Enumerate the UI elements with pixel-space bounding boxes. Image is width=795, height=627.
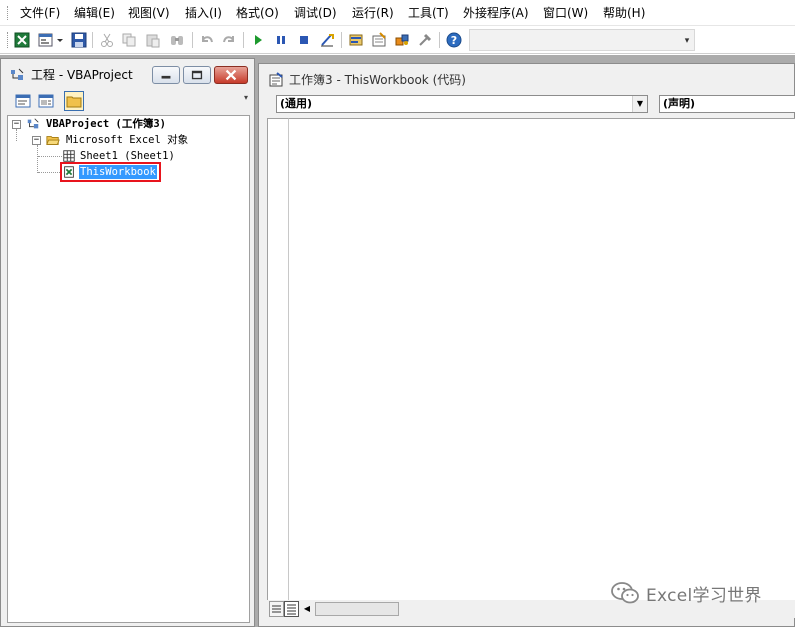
code-window: 工作簿3 - ThisWorkbook (代码) (通用) ▼ (声明) ◀	[258, 63, 795, 627]
help-icon[interactable]: ?	[445, 31, 463, 49]
horizontal-scrollbar-thumb[interactable]	[315, 602, 399, 616]
full-module-view-button[interactable]	[284, 601, 299, 617]
object-combo-value: (通用)	[280, 97, 313, 110]
tree-label-excel-objects: Microsoft Excel 对象	[66, 134, 189, 146]
collapse-toggle-icon[interactable]: −	[32, 136, 41, 145]
margin-indicator-bar[interactable]	[267, 118, 289, 618]
folder-icon	[66, 96, 82, 108]
project-explorer-icon[interactable]	[347, 31, 365, 49]
procedure-combo-value: (声明)	[663, 97, 696, 110]
excel-icon[interactable]	[13, 31, 31, 49]
collapse-toggle-icon[interactable]: −	[12, 120, 21, 129]
insert-userform-icon[interactable]	[37, 31, 55, 49]
watermark: Excel学习世界	[610, 580, 762, 606]
menu-debug[interactable]: 调试(D)	[294, 6, 337, 20]
code-window-titlebar[interactable]: 工作簿3 - ThisWorkbook (代码)	[259, 64, 795, 94]
tree-label-vbaproject: VBAProject (工作簿3)	[46, 118, 167, 130]
folder-open-icon	[46, 136, 60, 145]
scroll-left-icon[interactable]: ◀	[301, 601, 313, 617]
worksheet-icon	[63, 150, 75, 162]
minimize-button[interactable]	[152, 66, 180, 84]
project-explorer-titlebar[interactable]: 工程 - VBAProject	[3, 63, 253, 87]
procedure-view-icon	[272, 605, 281, 613]
tree-connector	[37, 145, 38, 173]
toolbar-separator	[243, 32, 244, 48]
toolbox-icon[interactable]	[416, 31, 434, 49]
close-button[interactable]	[214, 66, 248, 84]
close-icon	[225, 69, 237, 81]
tree-connector	[38, 172, 62, 173]
project-tree-icon	[11, 68, 24, 80]
menu-view[interactable]: 视图(V)	[128, 6, 170, 20]
toolbar-options-icon[interactable]: ▾	[682, 34, 692, 48]
code-window-title: 工作簿3 - ThisWorkbook (代码)	[289, 73, 466, 87]
menu-tools[interactable]: 工具(T)	[408, 6, 449, 20]
save-icon[interactable]	[70, 31, 88, 49]
menu-addins[interactable]: 外接程序(A)	[463, 6, 529, 20]
object-browser-icon[interactable]	[393, 31, 411, 49]
menu-window[interactable]: 窗口(W)	[543, 6, 588, 20]
copy-icon[interactable]	[120, 31, 138, 49]
project-explorer-toolbar: ▾	[3, 88, 252, 114]
project-tree: − VBAProject (工作簿3) − Microsoft Excel 对象…	[7, 115, 250, 623]
object-combo[interactable]: (通用) ▼	[276, 95, 648, 113]
procedure-view-button[interactable]	[269, 601, 284, 617]
project-explorer-title: 工程 - VBAProject	[31, 68, 133, 82]
code-editor[interactable]	[289, 118, 795, 600]
tree-connector	[38, 156, 62, 157]
watermark-text: Excel学习世界	[646, 585, 762, 606]
redo-icon[interactable]	[220, 31, 238, 49]
design-mode-icon[interactable]	[318, 31, 336, 49]
vba-project-icon	[27, 118, 39, 129]
tree-item-vbaproject[interactable]: − VBAProject (工作簿3)	[12, 117, 247, 131]
toolbar-separator	[439, 32, 440, 48]
dropdown-arrow-icon[interactable]	[55, 31, 65, 49]
find-icon[interactable]	[168, 31, 186, 49]
svg-text:?: ?	[451, 34, 457, 47]
toolbar-separator	[92, 32, 93, 48]
menu-help[interactable]: 帮助(H)	[603, 6, 645, 20]
view-code-icon	[15, 94, 31, 108]
view-code-button[interactable]	[13, 91, 33, 111]
code-window-icon	[269, 72, 283, 87]
annotation-highlight-box	[60, 162, 161, 182]
toolbar-separator	[341, 32, 342, 48]
menu-insert[interactable]: 插入(I)	[185, 6, 222, 20]
tree-label-sheet1: Sheet1 (Sheet1)	[80, 150, 175, 162]
view-object-button[interactable]	[36, 91, 56, 111]
menu-run[interactable]: 运行(R)	[352, 6, 394, 20]
toggle-folders-button[interactable]	[64, 91, 84, 111]
menu-bar: 文件(F) 编辑(E) 视图(V) 插入(I) 格式(O) 调试(D) 运行(R…	[0, 0, 795, 26]
toolbar-overflow-icon[interactable]: ▾	[242, 94, 250, 110]
run-icon[interactable]	[249, 31, 267, 49]
break-icon[interactable]	[272, 31, 290, 49]
undo-icon[interactable]	[198, 31, 216, 49]
full-module-view-icon	[287, 604, 296, 615]
restore-button[interactable]	[183, 66, 211, 84]
reset-icon[interactable]	[295, 31, 313, 49]
toolbar-separator	[192, 32, 193, 48]
menu-grip[interactable]	[7, 6, 10, 20]
properties-icon[interactable]	[370, 31, 388, 49]
standard-toolbar: ? ▾	[0, 26, 795, 54]
wechat-logo-icon	[611, 582, 639, 604]
view-object-icon	[38, 94, 54, 108]
toolbar-grip[interactable]	[7, 32, 10, 48]
toolbar-position-box[interactable]: ▾	[469, 29, 695, 51]
chevron-down-icon[interactable]: ▼	[632, 96, 647, 112]
menu-format[interactable]: 格式(O)	[236, 6, 279, 20]
paste-icon[interactable]	[144, 31, 162, 49]
project-explorer-window: 工程 - VBAProject ▾ − VBAProject (工作簿3) − …	[0, 58, 255, 627]
tree-item-sheet1[interactable]: Sheet1 (Sheet1)	[62, 149, 247, 163]
procedure-combo[interactable]: (声明)	[659, 95, 795, 113]
menu-edit[interactable]: 编辑(E)	[74, 6, 115, 20]
cut-icon[interactable]	[98, 31, 116, 49]
menu-file[interactable]: 文件(F)	[20, 6, 60, 20]
tree-item-excel-objects[interactable]: − Microsoft Excel 对象	[32, 133, 247, 147]
